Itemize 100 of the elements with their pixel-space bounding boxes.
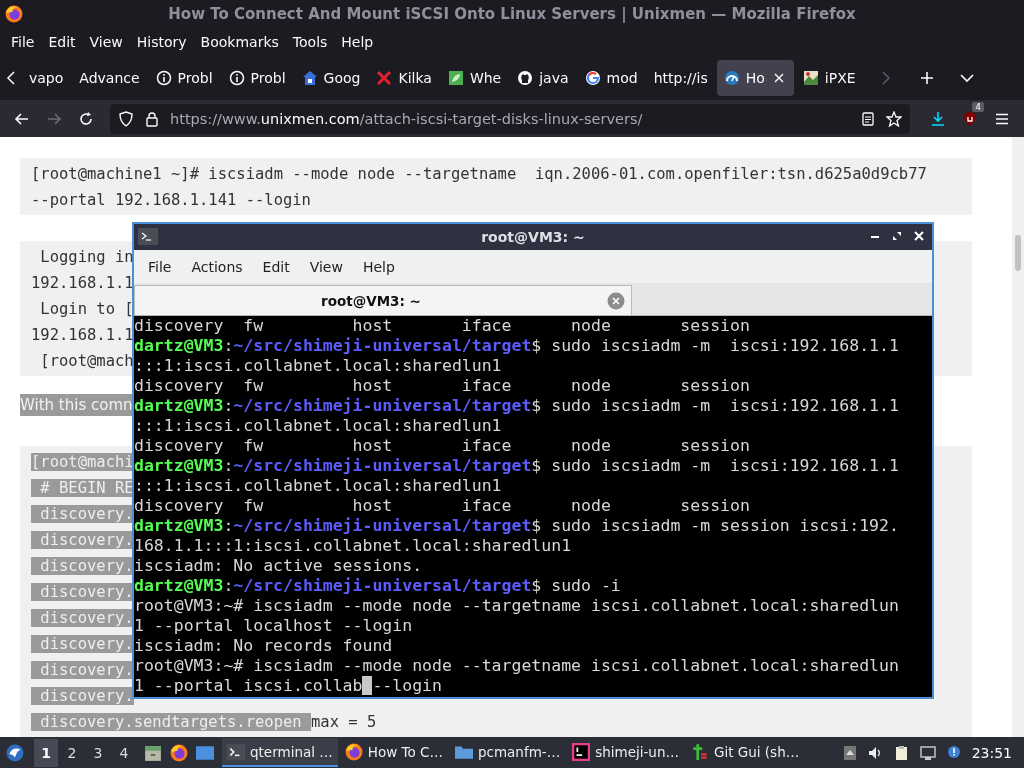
- lock-icon[interactable]: [144, 110, 160, 127]
- window-title: root@VM3: ~: [481, 229, 585, 245]
- reload-icon[interactable]: [78, 110, 94, 127]
- menu-item[interactable]: Bookmarks: [193, 31, 286, 53]
- menu-item[interactable]: Help: [334, 31, 381, 53]
- menu-item[interactable]: Edit: [41, 31, 83, 53]
- address-bar[interactable]: https://www.unixmen.com/attach-iscsi-target-disks-linux-servers/: [110, 103, 910, 134]
- notification-badge: 4: [972, 101, 984, 112]
- browser-tab[interactable]: Ho: [716, 60, 794, 96]
- house-icon: [301, 70, 318, 86]
- menu-item[interactable]: Tools: [285, 31, 335, 53]
- task-button[interactable]: Git Gui (sh…: [686, 738, 805, 767]
- terminal-line: :::1:iscsi.collabnet.local:sharedlun1: [134, 356, 502, 375]
- task-button[interactable]: qterminal …: [222, 738, 338, 767]
- menu-item[interactable]: Edit: [252, 258, 300, 275]
- menu-item[interactable]: File: [138, 258, 182, 275]
- workspace-button[interactable]: 1: [34, 738, 58, 767]
- browser-tab[interactable]: http://is: [646, 60, 715, 96]
- scrollbar[interactable]: [1012, 137, 1024, 737]
- browser-tab[interactable]: Advance: [72, 60, 147, 96]
- browser-tab[interactable]: mod: [577, 60, 645, 96]
- terminal-line: discovery fw host iface node session: [134, 376, 750, 395]
- workspace-button[interactable]: 3: [86, 738, 110, 767]
- browser-tab[interactable]: Kilka: [369, 60, 439, 96]
- cross-icon: [376, 70, 393, 86]
- ide-icon: [572, 742, 591, 761]
- menu-item[interactable]: File: [4, 31, 42, 53]
- terminal-line: 1 --portal localhost --login: [134, 616, 413, 635]
- browser-tab[interactable]: Probl: [148, 60, 220, 96]
- menu-item[interactable]: View: [82, 31, 130, 53]
- terminal-line: dartz@VM3:~/src/shimeji-universal/target$ sudo -i: [134, 576, 621, 595]
- terminal-line: dartz@VM3:~/src/shimeji-universal/target$ sudo iscsiadm -m session iscsi:192.: [134, 516, 899, 535]
- task-button[interactable]: How To C…: [339, 738, 448, 767]
- terminal-line: iscsiadm: No records found: [134, 636, 393, 655]
- gauge-icon: [723, 70, 740, 86]
- new-tab-icon[interactable]: [918, 70, 935, 86]
- forward-icon[interactable]: [46, 110, 62, 127]
- terminal-line: :::1:iscsi.collabnet.local:sharedlun1: [134, 416, 502, 435]
- code-line: 192.168.1.1: [31, 274, 134, 292]
- firefox-icon: [5, 5, 23, 23]
- info-icon: [155, 70, 172, 86]
- clock: 23:51: [971, 744, 1013, 761]
- terminal-tab[interactable]: root@VM3: ~: [134, 285, 632, 315]
- github-icon: [517, 70, 534, 86]
- workspace-button[interactable]: 4: [112, 738, 136, 767]
- terminal-line: iscsiadm: No active sessions.: [134, 556, 423, 575]
- network-icon[interactable]: [919, 744, 936, 761]
- terminal-line: dartz@VM3:~/src/shimeji-universal/target$ sudo iscsiadm -m iscsi:192.168.1.1: [134, 456, 899, 475]
- url-text: https://www.unixmen.com/attach-iscsi-target-disks-linux-servers/: [170, 110, 644, 127]
- menu-item[interactable]: History: [129, 31, 194, 53]
- download-icon[interactable]: [930, 110, 946, 127]
- menu-item[interactable]: Help: [352, 258, 405, 275]
- browser-tab[interactable]: Probl: [221, 60, 293, 96]
- task-button[interactable]: pcmanfm-…: [449, 738, 566, 767]
- firefox-icon[interactable]: [170, 743, 188, 762]
- window-title: How To Connect And Mount iSCSI Onto Linux Servers | Unixmen — Mozilla Firefox: [0, 0, 1024, 28]
- leaf-icon: [447, 70, 464, 86]
- terminal-line: discovery fw host iface node session: [134, 436, 750, 455]
- terminal-icon: [227, 742, 245, 761]
- browser-tab[interactable]: iPXE: [795, 60, 863, 96]
- paragraph-text: With this comn: [20, 394, 133, 416]
- terminal-line: discovery fw host iface node session: [134, 316, 750, 335]
- shield-icon[interactable]: [118, 110, 134, 127]
- shield-icon[interactable]: [962, 110, 978, 127]
- firefox-icon: [344, 742, 363, 761]
- workspace-button[interactable]: 2: [60, 738, 84, 767]
- maximize-icon[interactable]: [890, 229, 904, 243]
- reader-view-icon[interactable]: [860, 110, 876, 127]
- browser-tab[interactable]: java: [510, 60, 576, 96]
- back-icon[interactable]: [14, 110, 30, 127]
- git-icon: [691, 742, 709, 761]
- menu-item[interactable]: View: [299, 258, 353, 275]
- task-button[interactable]: shimeji-un…: [567, 738, 684, 767]
- terminal-line: discovery fw host iface node session: [134, 496, 750, 515]
- file-cabinet-icon[interactable]: [144, 743, 162, 762]
- star-icon[interactable]: [886, 110, 902, 127]
- menu-item[interactable]: Actions: [181, 258, 253, 275]
- notification-icon[interactable]: [945, 744, 962, 761]
- terminal-icon: [138, 228, 158, 245]
- code-line: --portal 192.168.1.141 --login: [31, 191, 311, 209]
- thumbnail-icon: [802, 70, 819, 86]
- clipboard-icon[interactable]: [893, 744, 910, 761]
- terminal-line: 1 --portal iscsi.collab --login: [134, 676, 442, 695]
- terminal-line: 168.1.1:::1:iscsi.collabnet.local:sharedlun1: [134, 536, 572, 555]
- browser-tab[interactable]: Whe: [440, 60, 509, 96]
- close-icon[interactable]: [912, 229, 926, 243]
- code-line: discovery.sendtargets.reopen max = 5: [31, 713, 377, 731]
- browser-tab[interactable]: Goog: [294, 60, 368, 96]
- terminal-line: root@VM3:~# iscsiadm --mode node --targetname iscsi.collabnet.local:sharedlun: [134, 596, 899, 615]
- code-line: 192.168.1.1: [31, 326, 134, 344]
- code-line: Login to [: [39, 300, 134, 318]
- info-icon: [228, 70, 245, 86]
- google-icon: [584, 70, 601, 86]
- start-menu-icon[interactable]: [6, 743, 24, 762]
- code-line: Logging in: [39, 248, 134, 266]
- terminal-line: root@VM3:~# iscsiadm --mode node --targetname iscsi.collabnet.local:sharedlun: [134, 656, 899, 675]
- desktop-icon[interactable]: [196, 743, 214, 762]
- browser-tab[interactable]: vapo: [22, 60, 71, 96]
- terminal-line: :::1:iscsi.collabnet.local:sharedlun1: [134, 476, 502, 495]
- code-line: [root@machine1 ~]# iscsiadm --mode node --targetname iqn.2006-01.com.openfiler:tsn.d625a0d9cb77: [31, 165, 927, 183]
